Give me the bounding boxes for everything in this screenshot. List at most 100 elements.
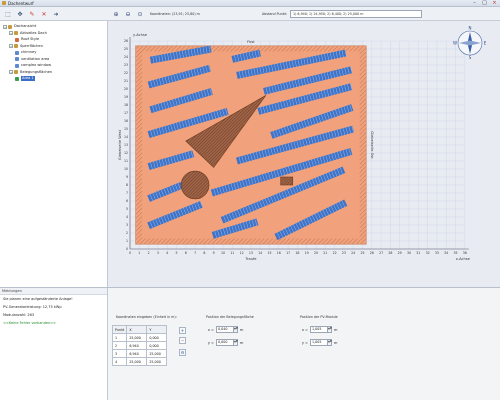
tree-item-label: Area 1: [21, 76, 35, 81]
tree-item-label: ventilation area: [21, 56, 50, 61]
compass-letter: E: [484, 40, 487, 45]
tree-item[interactable]: − Belegungsflächen: [9, 70, 52, 75]
table-cell[interactable]: 6,940: [126, 349, 148, 358]
x-tick-label: 11: [230, 251, 234, 255]
x-tick-label: 19: [305, 251, 309, 255]
x-tick-label: 8: [203, 251, 205, 255]
tree-item[interactable]: − Dachansicht: [3, 24, 36, 29]
y-axis-label: y-Achse: [133, 33, 148, 37]
y-tick-label: 15: [124, 127, 128, 131]
message-line: Modulanzahl: 263: [3, 313, 35, 317]
bottom-panel: Meldungen Sie planen eine aufgeständerte…: [0, 287, 500, 400]
x-tick-label: 14: [258, 251, 262, 255]
edit-tool-icon[interactable]: ✎: [28, 10, 36, 18]
y-tick-label: 6: [126, 199, 128, 203]
tree-item[interactable]: ventilation area: [15, 57, 49, 62]
roof-plot[interactable]: 0 1 2 3 4 5 6 7 8 9 10 11 12 13 14 15 16 17 18 19 20 21 22 23 24…: [108, 21, 500, 287]
message-line: PV-Generatorleistung: 12,75 kWp: [3, 305, 62, 309]
y-tick-label: 5: [126, 207, 128, 211]
table-cell[interactable]: 25,000: [146, 357, 168, 366]
y-tick-label: 16: [124, 119, 128, 123]
table-cell[interactable]: 25,000: [146, 349, 168, 358]
distance-field[interactable]: 1) 6,940; 1) 24,950; 2) 6,400; 2) 25,000…: [290, 10, 422, 18]
tree-item[interactable]: Area 1: [15, 76, 35, 81]
tree-item-label: complex window: [21, 63, 52, 67]
table-cell[interactable]: 0,000: [146, 333, 168, 342]
table-cell[interactable]: 25,000: [126, 357, 148, 366]
table-row[interactable]: 4 25,000 25,000: [111, 357, 168, 366]
table-cell[interactable]: 0,000: [146, 341, 168, 350]
message-line: Sie planen eine aufgeständerte Anlage!: [3, 297, 73, 301]
y-tick-label: 3: [126, 223, 128, 227]
x-tick-label: 16: [277, 251, 281, 255]
minimize-icon[interactable]: –: [470, 0, 479, 6]
x-tick-label: 33: [435, 251, 439, 255]
point-settings-icon[interactable]: ⚙: [179, 349, 186, 356]
tree-item[interactable]: complex window: [15, 63, 51, 68]
x-tick-label: 26: [370, 251, 374, 255]
y-tick-label: 18: [124, 103, 128, 107]
y-tick-label: 24: [124, 55, 128, 59]
tree-item[interactable]: Roof Style: [15, 37, 39, 42]
table-row[interactable]: 2 6,940 0,000: [111, 341, 168, 350]
module-x-spinner[interactable]: ▲▼: [328, 326, 332, 333]
table-row[interactable]: 1 25,000 0,000: [111, 333, 168, 342]
module-y-spinner[interactable]: ▲▼: [328, 339, 332, 346]
x-tick-label: 35: [453, 251, 457, 255]
area-y-input[interactable]: 0,000: [216, 339, 234, 346]
obstacle-rect: [280, 176, 294, 186]
zoom-out-icon[interactable]: ⊖: [124, 10, 132, 18]
x-tick-label: 29: [398, 251, 402, 255]
x-tick-label: 10: [221, 251, 225, 255]
zoom-fit-icon[interactable]: ⊙: [136, 10, 144, 18]
x-tick-label: 9: [213, 251, 215, 255]
tree-item[interactable]: chimney: [15, 50, 36, 55]
tree-node-icon: [15, 57, 19, 61]
area-x-spinner[interactable]: ▲▼: [234, 326, 238, 333]
module-x-input[interactable]: 1,005: [310, 326, 328, 333]
roof-top-label: First: [247, 40, 255, 44]
table-cell[interactable]: 25,000: [126, 333, 148, 342]
roof-bottom-label: Traufe: [244, 257, 257, 261]
tree-item-label: chimney: [21, 50, 37, 54]
table-row[interactable]: 3 6,940 25,000: [111, 349, 168, 358]
module-y-input[interactable]: 1,005: [310, 339, 328, 346]
roof-canvas[interactable]: 0 1 2 3 4 5 6 7 8 9 10 11 12 13 14 15 16 17 18 19 20 21 22 23 24…: [108, 21, 500, 287]
area-x-row: x = 0,040 ▲▼ m: [206, 326, 243, 333]
coords-header: Koordinaten eingeben (Einheit in m):: [116, 315, 177, 319]
x-tick-label: 31: [416, 251, 420, 255]
delete-tool-icon[interactable]: ✕: [40, 10, 48, 18]
y-tick-label: 10: [124, 167, 128, 171]
obstacle-circle: [180, 170, 210, 200]
y-tick-label: 13: [124, 143, 128, 147]
roof-left-label: Giebelseite West: [118, 129, 122, 160]
zoom-in-icon[interactable]: ⊕: [112, 10, 120, 18]
x-tick-label: 3: [157, 251, 159, 255]
maximize-icon[interactable]: □: [480, 0, 489, 6]
tree-expander-icon[interactable]: −: [3, 24, 7, 29]
y-tick-label: 17: [124, 111, 128, 115]
coords-table[interactable]: Punkt X Y 1 25,000 0,000 2 6,940 0,000 3 6,940 25,…: [111, 325, 168, 366]
move-tool-icon[interactable]: ✥: [16, 10, 24, 18]
area-y-row: y = 0,000 ▲▼ m: [206, 339, 243, 346]
close-icon[interactable]: ×: [490, 0, 499, 6]
table-cell: 4: [111, 357, 128, 366]
x-tick-label: 34: [444, 251, 448, 255]
x-tick-label: 15: [267, 251, 271, 255]
tree-expander-icon[interactable]: −: [9, 31, 13, 35]
table-cell[interactable]: 6,940: [126, 341, 148, 350]
tree-item[interactable]: − Aktuelles Dach: [9, 31, 47, 36]
add-point-icon[interactable]: +: [179, 327, 186, 334]
remove-point-icon[interactable]: −: [179, 337, 186, 344]
area-y-spinner[interactable]: ▲▼: [234, 339, 238, 346]
x-tick-label: 4: [166, 251, 168, 255]
tree-expander-icon[interactable]: −: [9, 70, 13, 74]
area-x-input[interactable]: 0,040: [216, 326, 234, 333]
tree-expander-icon[interactable]: −: [9, 44, 13, 48]
arrow-tool-icon[interactable]: ➜: [52, 10, 60, 18]
coords-column-header: Punkt: [111, 325, 128, 334]
tree-item[interactable]: − Sperrflächen: [9, 44, 43, 49]
y-tick-label: 4: [126, 215, 128, 219]
select-tool-icon[interactable]: ⬚: [4, 10, 12, 18]
x-tick-label: 21: [323, 251, 327, 255]
